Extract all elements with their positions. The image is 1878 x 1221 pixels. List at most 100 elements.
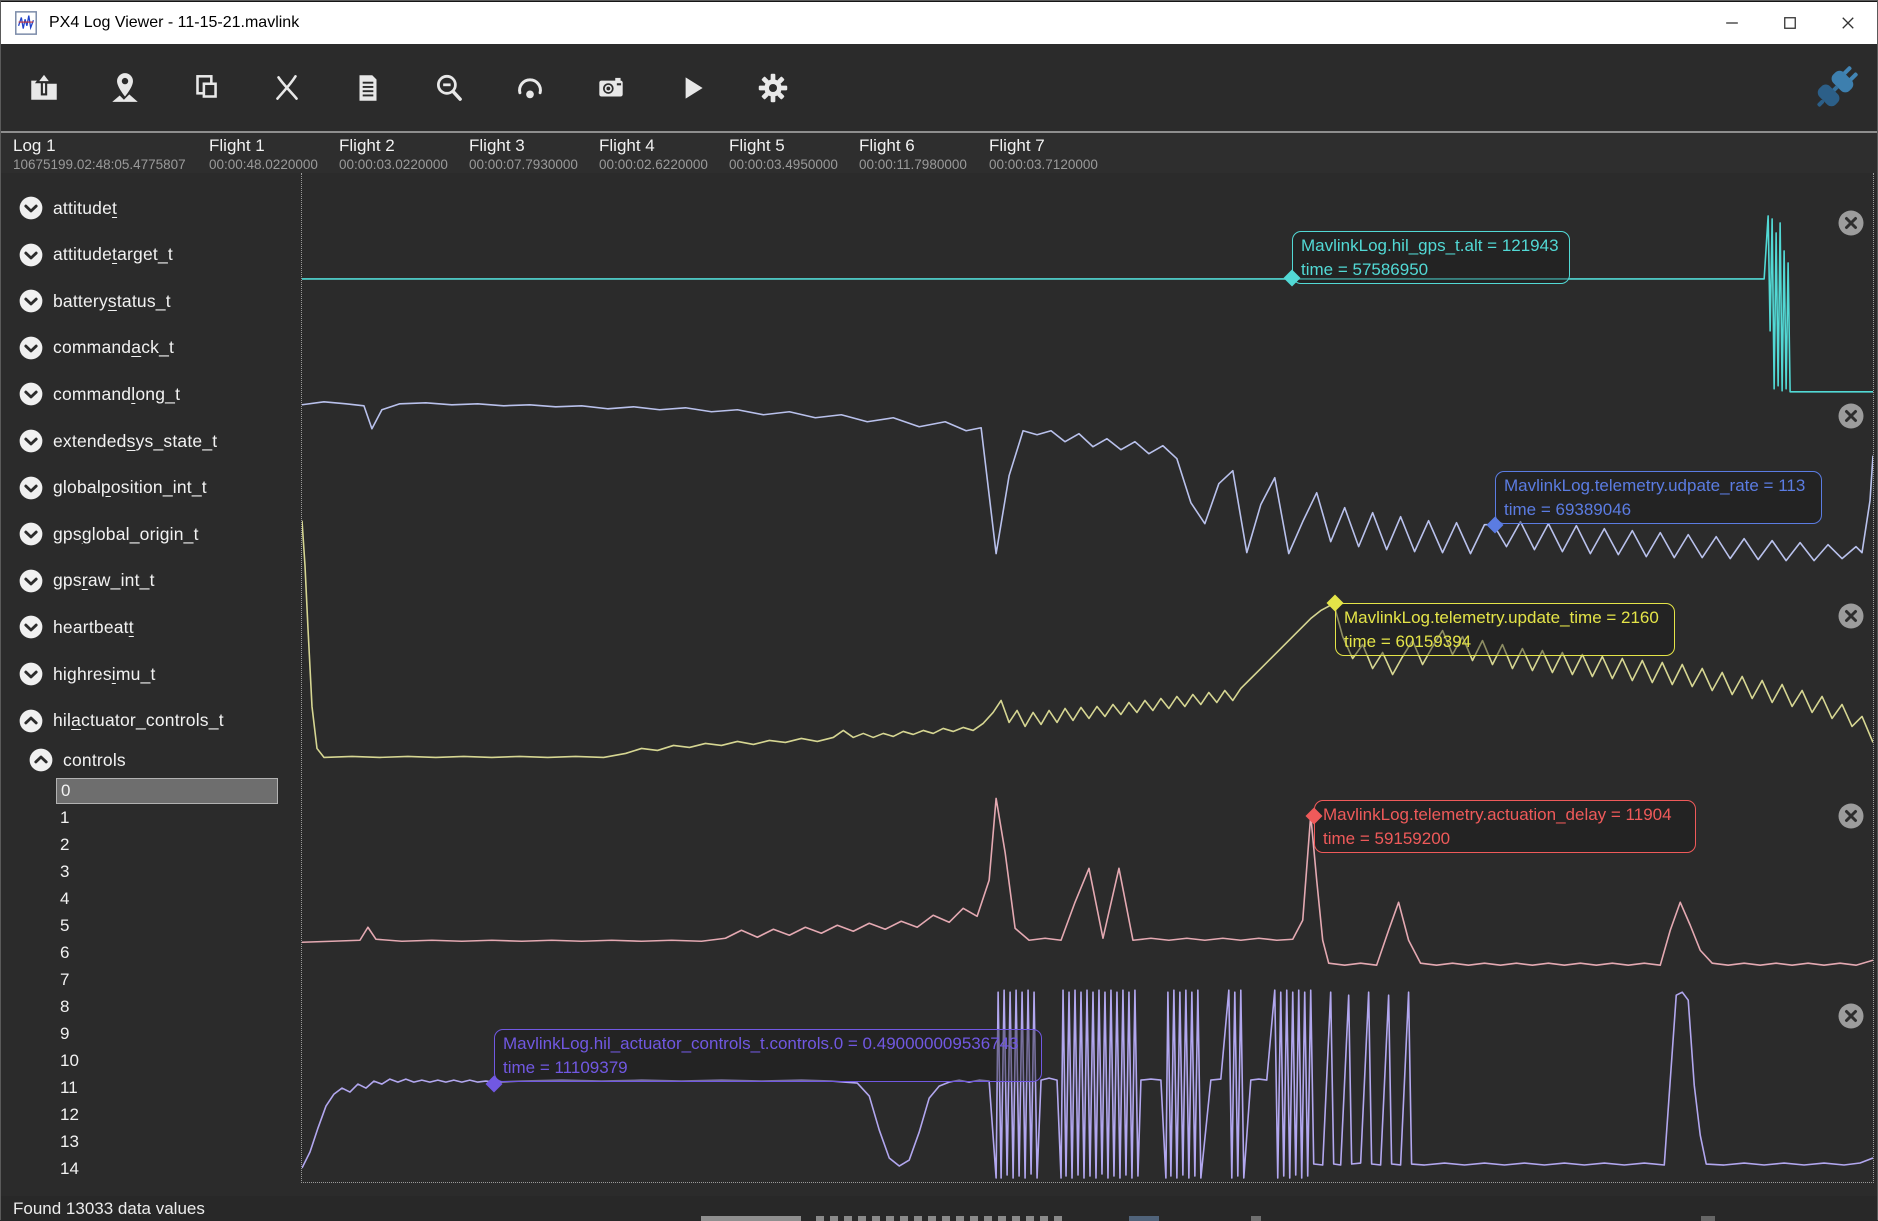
tab-label: Flight 2: [339, 136, 457, 156]
tree-item-hil_actuator_controls_t[interactable]: hilactuator_controls_t: [18, 707, 224, 735]
clear-icon[interactable]: [246, 56, 327, 120]
tree-item-label: gpsraw_int_t: [53, 570, 155, 591]
tab-label: Flight 3: [469, 136, 587, 156]
tab-flight-4[interactable]: Flight 400:00:02.6220000: [587, 133, 717, 173]
map-marker-icon[interactable]: [84, 56, 165, 120]
annotation-hil-actuator-controls-0[interactable]: MavlinkLog.hil_actuator_controls_t.contr…: [494, 1029, 1042, 1082]
chevron-down-icon[interactable]: [18, 614, 44, 640]
tree-item-label: globalposition_int_t: [53, 477, 207, 498]
controls-index-0[interactable]: 0: [56, 778, 278, 804]
series-line-hil-gps-t-alt: [302, 216, 1873, 392]
tab-duration: 00:00:03.4950000: [729, 157, 847, 172]
chevron-up-icon[interactable]: [18, 708, 44, 734]
open-log-icon[interactable]: [3, 56, 84, 120]
tab-flight-2[interactable]: Flight 200:00:03.0220000: [327, 133, 457, 173]
gauge-icon[interactable]: [489, 56, 570, 120]
tab-flight-3[interactable]: Flight 300:00:07.7930000: [457, 133, 587, 173]
chevron-down-icon[interactable]: [18, 568, 44, 594]
tree-item-label: batterystatus_t: [53, 291, 171, 312]
annotation-telemetry-actuation-delay[interactable]: MavlinkLog.telemetry.actuation_delay = 1…: [1314, 800, 1696, 853]
tab-label: Log 1: [13, 136, 197, 156]
tree-item-attitude_target_t[interactable]: attitudetarget_t: [18, 241, 173, 269]
tree-item-label: attitudet: [53, 198, 117, 219]
app-icon: [13, 10, 39, 36]
controls-index-13[interactable]: 13: [56, 1129, 278, 1155]
tab-flight-7[interactable]: Flight 700:00:03.7120000: [977, 133, 1107, 173]
index-label: 13: [60, 1132, 79, 1152]
tree-item-global_position_int_t[interactable]: globalposition_int_t: [18, 474, 207, 502]
tree-item-highres_imu_t[interactable]: highresimu_t: [18, 660, 156, 688]
timeline-preview-segment: [701, 1216, 801, 1221]
remove-plot-button[interactable]: [1837, 802, 1865, 830]
tab-duration: 00:00:48.0220000: [209, 157, 327, 172]
chevron-down-icon[interactable]: [18, 428, 44, 454]
annotation-time: time = 60159394: [1344, 630, 1666, 654]
plug-disconnected-icon[interactable]: [1809, 61, 1863, 115]
tree-item-gps_raw_int_t[interactable]: gpsraw_int_t: [18, 567, 155, 595]
index-label: 7: [60, 970, 69, 990]
annotation-value: MavlinkLog.hil_actuator_controls_t.contr…: [503, 1032, 1033, 1056]
controls-index-10[interactable]: 10: [56, 1048, 278, 1074]
tab-label: Flight 4: [599, 136, 717, 156]
controls-index-5[interactable]: 5: [56, 913, 278, 939]
tree-item-command_ack_t[interactable]: commandack_t: [18, 334, 174, 362]
controls-index-6[interactable]: 6: [56, 940, 278, 966]
remove-plot-button[interactable]: [1837, 1002, 1865, 1030]
index-label: 9: [60, 1024, 69, 1044]
tab-flight-5[interactable]: Flight 500:00:03.4950000: [717, 133, 847, 173]
annotation-telemetry-udpate-rate[interactable]: MavlinkLog.telemetry.udpate_rate = 113ti…: [1495, 471, 1822, 524]
remove-plot-button[interactable]: [1837, 402, 1865, 430]
title-bar: PX4 Log Viewer - 11-15-21.mavlink: [1, 1, 1877, 44]
annotation-value: MavlinkLog.telemetry.udpate_rate = 113: [1504, 474, 1813, 498]
tree-item-heartbeat_t[interactable]: heartbeatt: [18, 613, 134, 641]
tab-duration: 00:00:07.7930000: [469, 157, 587, 172]
tree-item-extended_sys_state_t[interactable]: extendedsys_state_t: [18, 427, 217, 455]
chevron-down-icon[interactable]: [18, 195, 44, 221]
play-icon[interactable]: [651, 56, 732, 120]
screenshot-icon[interactable]: [570, 56, 651, 120]
message-tree: attitudet attitudetarget_t batterystatus_t…: [1, 173, 301, 1196]
controls-index-2[interactable]: 2: [56, 832, 278, 858]
chevron-down-icon[interactable]: [18, 521, 44, 547]
index-label: 11: [60, 1078, 78, 1098]
tree-item-controls[interactable]: controls: [28, 746, 126, 774]
tree-item-label: gpsglobal_origin_t: [53, 524, 199, 545]
tree-item-battery_status_t[interactable]: batterystatus_t: [18, 287, 171, 315]
tab-flight-1[interactable]: Flight 100:00:48.0220000: [197, 133, 327, 173]
maximize-button[interactable]: [1761, 2, 1819, 44]
annotation-telemetry-update-time[interactable]: MavlinkLog.telemetry.update_time = 2160t…: [1335, 603, 1675, 656]
controls-index-7[interactable]: 7: [56, 967, 278, 993]
annotation-hil-gps-alt[interactable]: MavlinkLog.hil_gps_t.alt = 121943time = …: [1292, 231, 1570, 284]
remove-plot-button[interactable]: [1837, 602, 1865, 630]
tree-item-attitude_t[interactable]: attitudet: [18, 194, 117, 222]
chevron-down-icon[interactable]: [18, 661, 44, 687]
controls-index-9[interactable]: 9: [56, 1021, 278, 1047]
remove-plot-button[interactable]: [1837, 209, 1865, 237]
tree-item-command_long_t[interactable]: commandlong_t: [18, 380, 180, 408]
chevron-down-icon[interactable]: [18, 335, 44, 361]
index-label: 3: [60, 862, 69, 882]
chevron-down-icon[interactable]: [18, 242, 44, 268]
zoom-out-icon[interactable]: [408, 56, 489, 120]
document-icon[interactable]: [327, 56, 408, 120]
chevron-up-icon[interactable]: [28, 747, 54, 773]
tree-item-gps_global_origin_t[interactable]: gpsglobal_origin_t: [18, 520, 199, 548]
controls-index-8[interactable]: 8: [56, 994, 278, 1020]
chevron-down-icon[interactable]: [18, 475, 44, 501]
controls-index-3[interactable]: 3: [56, 859, 278, 885]
controls-index-11[interactable]: 11: [56, 1075, 278, 1101]
duplicate-icon[interactable]: [165, 56, 246, 120]
index-label: 10: [60, 1051, 79, 1071]
controls-index-14[interactable]: 14: [56, 1156, 278, 1182]
annotation-time: time = 11109379: [503, 1056, 1033, 1080]
minimize-button[interactable]: [1703, 2, 1761, 44]
controls-index-12[interactable]: 12: [56, 1102, 278, 1128]
controls-index-4[interactable]: 4: [56, 886, 278, 912]
chevron-down-icon[interactable]: [18, 288, 44, 314]
tab-flight-6[interactable]: Flight 600:00:11.7980000: [847, 133, 977, 173]
chevron-down-icon[interactable]: [18, 381, 44, 407]
close-button[interactable]: [1819, 2, 1877, 44]
settings-icon[interactable]: [732, 56, 813, 120]
tab-log-1[interactable]: Log 110675199.02:48:05.4775807: [1, 133, 197, 173]
controls-index-1[interactable]: 1: [56, 805, 278, 831]
